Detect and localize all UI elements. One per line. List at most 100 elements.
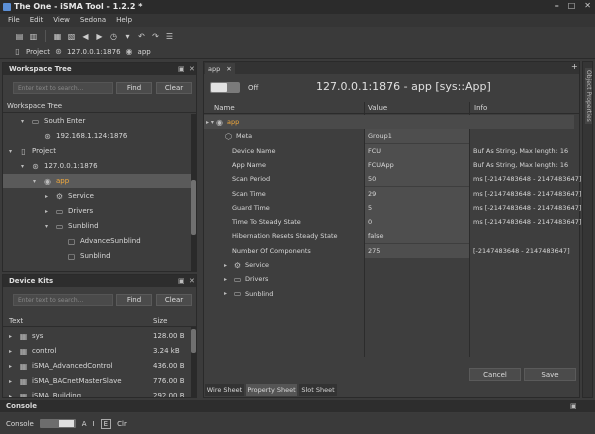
property-value-field[interactable]: 0: [365, 215, 469, 230]
save-button[interactable]: Save: [524, 368, 576, 381]
console-toggle[interactable]: [39, 419, 76, 428]
kits-col-size[interactable]: Size: [153, 317, 167, 325]
workspace-tree-item[interactable]: ▾ ▭ South Enter: [3, 114, 191, 128]
workspace-tree-item[interactable]: ▾ ⊛ 127.0.0.1:1876: [3, 159, 191, 173]
property-row[interactable]: ▸ ⚙ Service: [204, 258, 574, 272]
cancel-button[interactable]: Cancel: [469, 368, 521, 381]
property-value-field[interactable]: 275: [365, 243, 469, 258]
clipboard-icon[interactable]: ▧: [66, 31, 77, 42]
kits-clear-button[interactable]: Clear: [156, 294, 192, 306]
restore-icon[interactable]: ▣: [178, 277, 185, 285]
tab-property-sheet[interactable]: Property Sheet: [246, 384, 297, 396]
workspace-clear-button[interactable]: Clear: [156, 82, 192, 94]
grid-icon[interactable]: ▦: [52, 31, 63, 42]
property-row[interactable]: Device Name FCU Buf As String, Max length:…: [204, 143, 574, 158]
kit-row[interactable]: ▸ ▦ sys 128.00 B: [3, 329, 191, 343]
menu-view[interactable]: View: [53, 16, 70, 27]
restore-icon[interactable]: ▣: [570, 402, 577, 410]
open-icon[interactable]: ▥: [28, 31, 39, 42]
menu-sedona[interactable]: Sedona: [80, 16, 106, 27]
property-value-field[interactable]: 50: [365, 172, 469, 187]
property-row[interactable]: ▸ ▾ ◉ app: [204, 115, 574, 130]
kits-search-input[interactable]: Enter text to search...: [13, 294, 113, 306]
col-value[interactable]: Value: [368, 104, 387, 112]
chevron-down-icon[interactable]: ▾: [33, 178, 39, 185]
col-info[interactable]: Info: [474, 104, 487, 112]
workspace-tree-item[interactable]: ▾ ▭ Sunblind: [3, 219, 191, 233]
workspace-tree-item[interactable]: ▸ ⚙ Service: [3, 189, 191, 203]
menu-file[interactable]: File: [8, 16, 20, 27]
chevron-right-icon[interactable]: ▸: [9, 378, 15, 385]
property-value-field[interactable]: false: [365, 229, 469, 244]
menu-edit[interactable]: Edit: [30, 16, 44, 27]
breadcrumb-host[interactable]: 127.0.0.1:1876: [67, 48, 121, 56]
property-row[interactable]: Time To Steady State 0 ms [-2147483648 - 2…: [204, 215, 581, 230]
close-icon[interactable]: ✕: [226, 65, 231, 73]
chevron-right-icon[interactable]: ▸: [45, 208, 51, 215]
history-icon[interactable]: ◷: [108, 31, 119, 42]
col-name[interactable]: Name: [214, 104, 235, 112]
property-value-field[interactable]: FCU: [365, 143, 469, 158]
close-icon[interactable]: ✕: [584, 1, 591, 10]
chevron-right-icon[interactable]: ▸: [45, 193, 51, 200]
property-row[interactable]: Scan Time 29 ms [-2147483648 - 2147483647]: [204, 186, 581, 201]
chevron-right-icon[interactable]: ▸: [224, 276, 230, 283]
kits-scroll-thumb[interactable]: [191, 329, 196, 353]
breadcrumb-project[interactable]: Project: [26, 48, 50, 56]
list-icon[interactable]: ☰: [164, 31, 175, 42]
chevron-right-icon[interactable]: ▸: [9, 363, 15, 370]
minimize-icon[interactable]: –: [555, 1, 559, 10]
chevron-right-icon[interactable]: ▸: [9, 393, 15, 398]
workspace-tree-item[interactable]: ▾ ◉ app: [3, 174, 191, 188]
kits-find-button[interactable]: Find: [116, 294, 152, 306]
property-row[interactable]: Scan Period 50 ms [-2147483648 - 214748364…: [204, 172, 581, 187]
chevron-down-icon[interactable]: ▾: [9, 148, 15, 155]
console-clear-button[interactable]: Clr: [117, 420, 127, 428]
menu-help[interactable]: Help: [116, 16, 132, 27]
console-mode-a[interactable]: A: [82, 420, 87, 428]
console-mode-e[interactable]: E: [100, 418, 112, 429]
kit-row[interactable]: ▸ ▦ iSMA_Building 292.00 B: [3, 389, 191, 398]
workspace-tree-item[interactable]: ▾ ▯ Project: [3, 144, 191, 158]
kits-scrollbar[interactable]: [191, 327, 196, 397]
tab-app[interactable]: app ✕: [205, 63, 235, 74]
property-row[interactable]: ⬡ Meta Group1: [204, 129, 574, 144]
chevron-right-icon[interactable]: ▸: [224, 262, 230, 269]
forward-icon[interactable]: ▶: [94, 31, 105, 42]
close-icon[interactable]: ✕: [189, 65, 195, 73]
property-row[interactable]: Number Of Components 275 [-2147483648 - 21…: [204, 243, 574, 258]
kit-row[interactable]: ▸ ▦ iSMA_BACnetMasterSlave 776.00 B: [3, 374, 191, 388]
workspace-scroll-thumb[interactable]: [191, 180, 196, 235]
new-project-icon[interactable]: ▤: [14, 31, 25, 42]
property-row[interactable]: ▸ ▭ Drivers: [204, 272, 574, 286]
kit-row[interactable]: ▸ ▦ iSMA_AdvancedControl 436.00 B: [3, 359, 191, 373]
kits-col-text[interactable]: Text: [9, 317, 23, 325]
chevron-down-icon[interactable]: ▾: [21, 118, 27, 125]
tab-wire-sheet[interactable]: Wire Sheet: [205, 384, 244, 396]
workspace-tree-item[interactable]: ▸ ▭ Drivers: [3, 204, 191, 218]
chevron-right-icon[interactable]: ▸: [224, 290, 230, 297]
chevron-right-icon[interactable]: ▸: [9, 333, 15, 340]
workspace-tree-item[interactable]: ▢ AdvanceSunblind: [3, 234, 191, 248]
breadcrumb-app[interactable]: app: [138, 48, 151, 56]
restore-icon[interactable]: ▣: [178, 65, 185, 73]
chevron-right-icon[interactable]: ▸ ▾: [206, 119, 214, 126]
console-mode-i[interactable]: I: [93, 420, 95, 428]
property-value-field[interactable]: 29: [365, 186, 469, 201]
chevron-down-icon[interactable]: ▾: [21, 163, 27, 170]
workspace-find-button[interactable]: Find: [116, 82, 152, 94]
redo-icon[interactable]: ↷: [150, 31, 161, 42]
workspace-tree-item[interactable]: ⊛ 192.168.1.124:1876: [3, 129, 191, 143]
property-row[interactable]: ▸ ▭ Sunblind: [204, 287, 574, 301]
add-tab-icon[interactable]: +: [571, 62, 578, 71]
close-icon[interactable]: ✕: [189, 277, 195, 285]
chevron-down-icon[interactable]: ▾: [45, 223, 51, 230]
workspace-scrollbar[interactable]: [191, 114, 196, 271]
property-value-field[interactable]: 5: [365, 200, 469, 215]
chevron-down-icon[interactable]: ▾: [122, 31, 133, 42]
off-toggle[interactable]: [210, 82, 240, 93]
tab-slot-sheet[interactable]: Slot Sheet: [299, 384, 337, 396]
undo-icon[interactable]: ↶: [136, 31, 147, 42]
kit-row[interactable]: ▸ ▦ control 3.24 kB: [3, 344, 191, 358]
property-value-field[interactable]: Group1: [365, 129, 469, 144]
